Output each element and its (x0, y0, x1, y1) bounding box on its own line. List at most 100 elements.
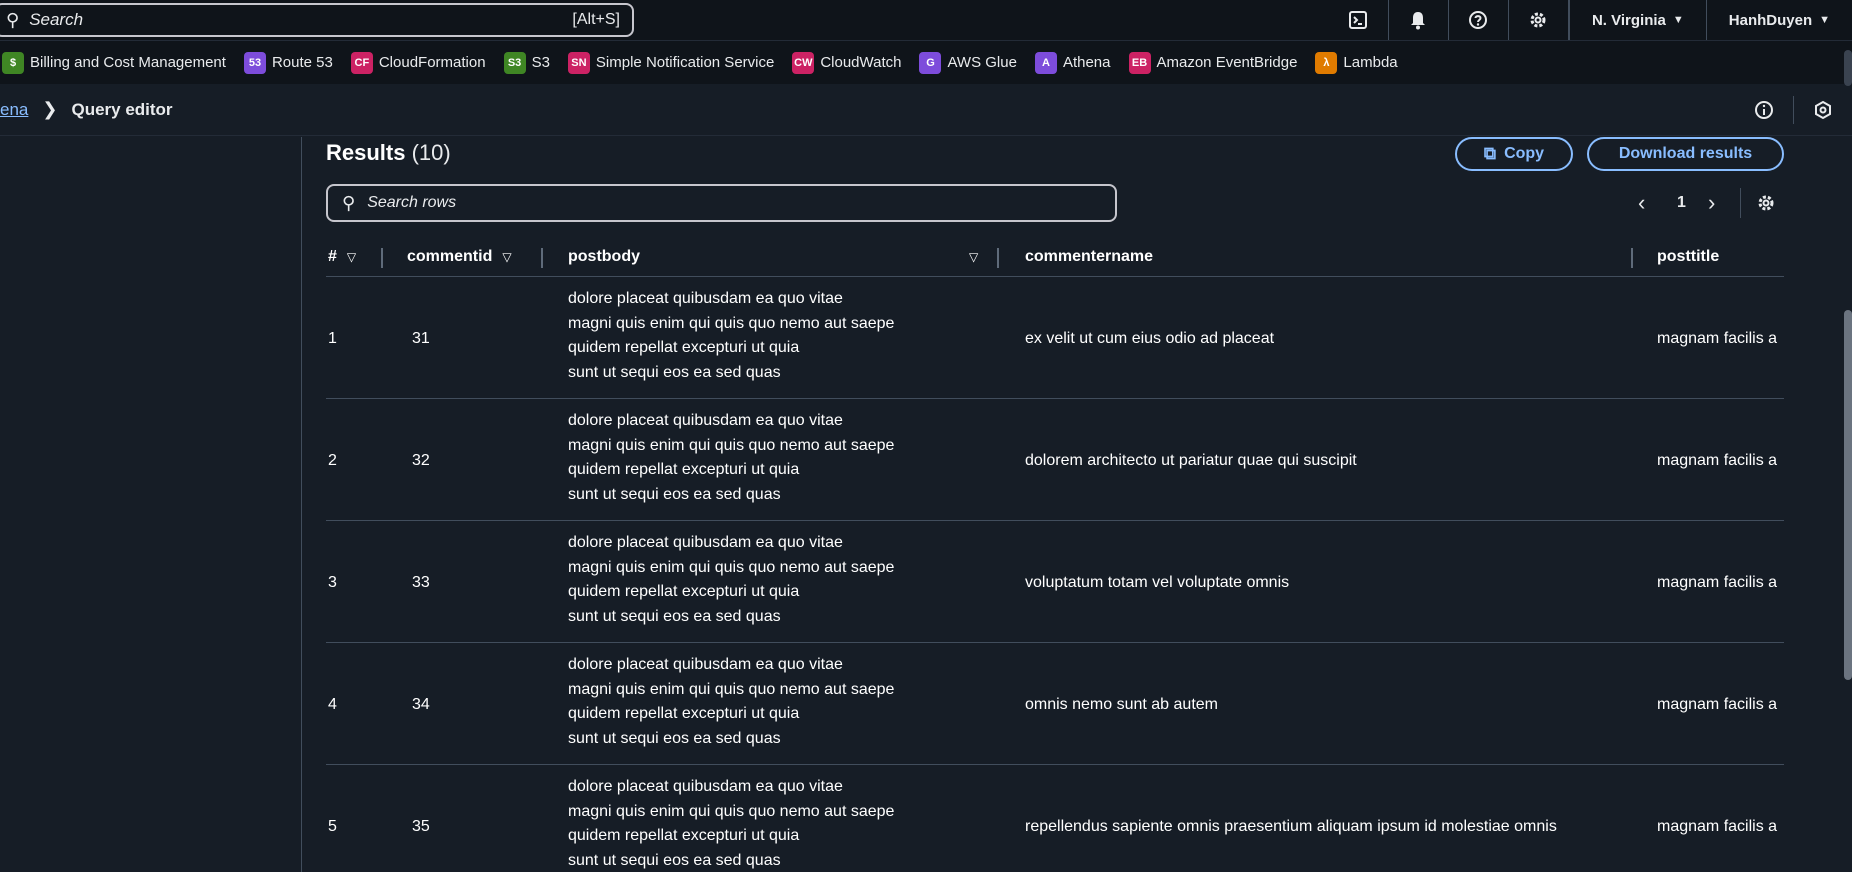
results-heading: Results (10) (326, 140, 451, 166)
favorite-aws-glue[interactable]: G AWS Glue (919, 51, 1017, 74)
breadcrumb-current: Query editor (71, 99, 173, 119)
notifications-bell-icon[interactable] (1389, 0, 1449, 40)
table-row[interactable]: 3 33 dolore placeat quibusdam ea quo vitae… (326, 522, 1784, 643)
column-resizer[interactable] (1631, 248, 1633, 268)
column-header-commentername[interactable]: commentername▽ (1025, 237, 1852, 277)
cell-postbody: dolore placeat quibusdam ea quo vitae ma… (568, 656, 895, 747)
cell-commentid: 34 (412, 695, 430, 713)
row-number: 2 (328, 451, 337, 469)
info-icon[interactable] (1735, 84, 1793, 136)
favorites-scrollbar[interactable] (1844, 50, 1852, 86)
hexagon-settings-icon[interactable] (1794, 84, 1852, 136)
service-icon: EB (1128, 51, 1151, 74)
next-page-button[interactable]: › (1708, 188, 1715, 218)
favorite-label: Lambda (1343, 54, 1398, 71)
column-resizer[interactable] (997, 248, 999, 268)
column-header-postbody[interactable]: postbody ▽ (568, 237, 988, 277)
favorite-s3[interactable]: S3 S3 (503, 51, 550, 74)
settings-gear-icon[interactable] (1509, 0, 1569, 40)
favorite-billing-and-cost-management[interactable]: $ Billing and Cost Management (2, 51, 226, 74)
favorite-label: Route 53 (271, 54, 333, 71)
breadcrumb-tools (1735, 84, 1852, 136)
cell-posttitle: magnam facilis a (1657, 573, 1778, 591)
sort-icon[interactable]: ▽ (502, 250, 511, 264)
cell-commentername: repellendus sapiente omnis praesentium a… (1025, 817, 1557, 835)
favorite-simple-notification-service[interactable]: SN Simple Notification Service (567, 51, 775, 74)
column-label: commentid (407, 248, 493, 265)
cloudshell-icon[interactable] (1329, 0, 1389, 40)
cell-posttitle: magnam facilis a (1657, 451, 1778, 469)
favorite-athena[interactable]: A Athena (1034, 51, 1111, 74)
cell-posttitle: magnam facilis a (1657, 817, 1778, 835)
table-row[interactable]: 1 31 dolore placeat quibusdam ea quo vitae… (326, 278, 1784, 399)
copy-label: Copy (1504, 145, 1545, 162)
column-resizer[interactable] (541, 248, 543, 268)
row-number: 5 (328, 817, 337, 835)
row-number: 3 (328, 573, 337, 591)
favorites-bar: $ Billing and Cost Management 53 Route 53 CF… (0, 40, 1852, 84)
column-label: postbody (568, 248, 640, 265)
cell-commentid: 32 (412, 451, 430, 469)
cell-commentid: 35 (412, 817, 430, 835)
row-number: 4 (328, 695, 337, 713)
table-preferences-gear-icon[interactable] (1756, 188, 1776, 218)
service-icon: λ (1315, 51, 1338, 74)
account-name: HanhDuyen (1728, 11, 1813, 29)
account-menu[interactable]: HanhDuyen ▼ (1705, 0, 1852, 40)
search-rows-field[interactable]: ⚲ (326, 184, 1117, 222)
column-label: commentername (1025, 248, 1154, 265)
help-icon[interactable] (1449, 0, 1509, 40)
table-row[interactable]: 4 34 dolore placeat quibusdam ea quo vitae… (326, 644, 1784, 765)
download-results-button[interactable]: Download results (1587, 137, 1784, 171)
previous-page-button[interactable]: ‹ (1638, 188, 1645, 218)
chevron-right-icon: ❯ (42, 99, 58, 119)
service-icon: SN (567, 51, 590, 74)
cell-commentername: ex velit ut cum eius odio ad placeat (1025, 329, 1275, 347)
sort-icon[interactable]: ▽ (347, 250, 356, 264)
current-page-number[interactable]: 1 (1677, 188, 1686, 218)
favorite-lambda[interactable]: λ Lambda (1315, 51, 1398, 74)
sort-icon[interactable]: ▽ (969, 250, 978, 264)
favorite-cloudformation[interactable]: CF CloudFormation (350, 51, 486, 74)
chevron-down-icon: ▼ (1819, 14, 1830, 26)
favorite-amazon-eventbridge[interactable]: EB Amazon EventBridge (1128, 51, 1297, 74)
favorite-label: CloudWatch (820, 54, 902, 71)
column-label: # (328, 248, 337, 265)
cell-posttitle: magnam facilis a (1657, 695, 1778, 713)
service-icon: 53 (243, 51, 266, 74)
region-selector[interactable]: N. Virginia ▼ (1568, 0, 1706, 40)
cell-commentername: voluptatum totam vel voluptate omnis (1025, 573, 1290, 591)
results-title: Results (326, 140, 406, 165)
favorite-label: Athena (1062, 54, 1111, 71)
search-icon: ⚲ (342, 192, 356, 213)
favorite-cloudwatch[interactable]: CW CloudWatch (792, 51, 902, 74)
favorite-label: CloudFormation (378, 54, 486, 71)
search-rows-input[interactable] (367, 194, 1068, 212)
scrollbar-thumb[interactable] (1844, 310, 1852, 680)
copy-icon: ⧉ (1483, 144, 1497, 163)
top-navigation-bar: ⚲ Search [Alt+S] N. Virginia ▼ HanhDuyen ▼ (0, 0, 1852, 40)
table-row[interactable]: 2 32 dolore placeat quibusdam ea quo vitae… (326, 400, 1784, 521)
cell-commentername: omnis nemo sunt ab autem (1025, 695, 1218, 713)
row-number: 1 (328, 329, 337, 347)
column-header-num[interactable]: # ▽ (328, 237, 356, 277)
favorite-route-53[interactable]: 53 Route 53 (243, 51, 333, 74)
service-icon: CF (350, 51, 373, 74)
favorite-label: AWS Glue (947, 54, 1017, 71)
search-shortcut: [Alt+S] (572, 11, 620, 28)
download-label: Download results (1618, 145, 1753, 162)
breadcrumb-athena-link[interactable]: ena (0, 100, 28, 120)
copy-button[interactable]: ⧉ Copy (1455, 137, 1573, 171)
global-search-input[interactable]: ⚲ Search [Alt+S] (0, 3, 634, 37)
favorite-label: S3 (531, 54, 550, 71)
cell-postbody: dolore placeat quibusdam ea quo vitae ma… (568, 412, 895, 503)
column-header-commentid[interactable]: commentid ▽ (407, 237, 512, 277)
column-header-posttitle[interactable]: posttitle (1657, 237, 1719, 277)
column-resizer[interactable] (381, 248, 383, 268)
table-header: #▽ commentid ▽ postbody ▽ commentername ▽ p… (326, 237, 1784, 277)
favorite-label: Billing and Cost Management (30, 54, 226, 71)
favorite-label: Simple Notification Service (595, 54, 775, 71)
table-row[interactable]: 5 35 dolore placeat quibusdam ea quo vitae… (326, 766, 1784, 872)
region-label: N. Virginia (1591, 11, 1666, 29)
column-label: posttitle (1657, 248, 1720, 265)
